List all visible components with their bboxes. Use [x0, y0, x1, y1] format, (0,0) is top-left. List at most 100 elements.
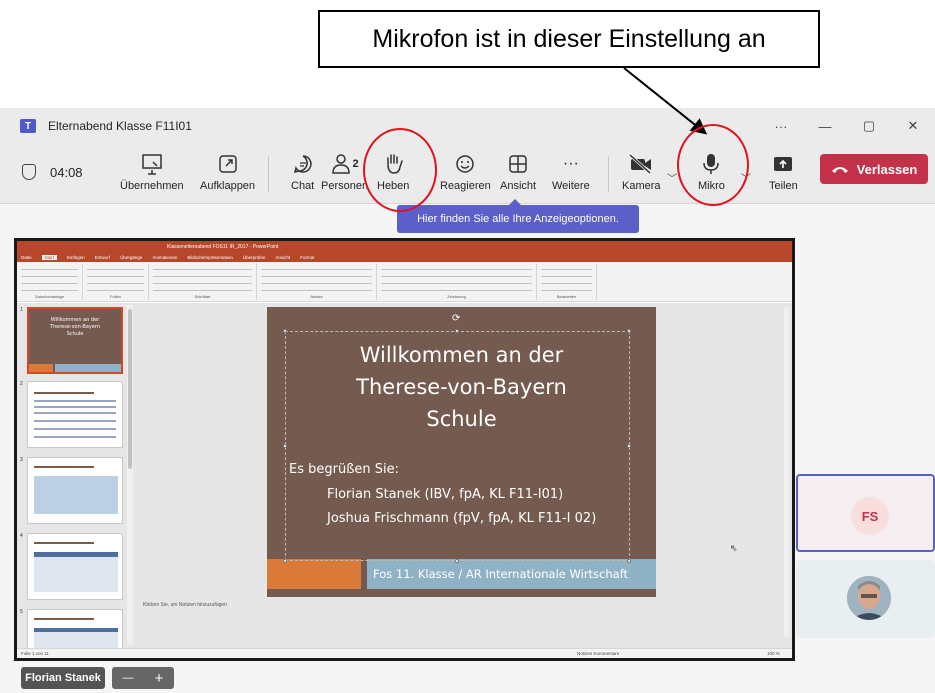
- emoji-icon: [454, 152, 476, 176]
- leave-button[interactable]: Verlassen: [820, 154, 928, 184]
- slide-counter: Folie 1 von 11: [21, 651, 49, 656]
- weitere-button[interactable]: ··· Weitere: [552, 152, 590, 192]
- thumb-title-line: Therese-von-Bayern: [49, 324, 101, 330]
- minimize-button[interactable]: —: [803, 119, 847, 134]
- meeting-timer: 04:08: [22, 164, 83, 180]
- participant-video-tile[interactable]: [796, 560, 935, 638]
- mouse-cursor-icon: ⇖: [730, 543, 738, 553]
- ribbon-group-label: Schriftart: [194, 294, 211, 299]
- camera-off-icon: [628, 152, 654, 176]
- resize-handle[interactable]: [455, 329, 459, 333]
- ppt-tab[interactable]: Start: [41, 255, 58, 260]
- ansicht-label: Ansicht: [500, 180, 537, 192]
- ppt-tab[interactable]: Datei: [21, 255, 32, 260]
- more-dots-icon: ···: [562, 155, 579, 172]
- slide-footer: Fos 11. Klasse / AR Internationale Wirts…: [367, 559, 656, 589]
- thumb-line: [34, 420, 116, 422]
- chat-label: Chat: [291, 180, 315, 192]
- window-title: Elternabend Klasse F11I01: [48, 119, 192, 133]
- thumb-footer-band: [55, 364, 121, 372]
- resize-handle[interactable]: [627, 329, 631, 333]
- uebernehmen-button[interactable]: Übernehmen: [120, 152, 184, 192]
- ribbon-group-label: Bearbeiten: [556, 294, 577, 299]
- toolbar-divider: [268, 156, 269, 192]
- zoom-level: 100 %: [767, 651, 780, 656]
- slide-thumbnail[interactable]: [27, 533, 123, 600]
- ppt-title-bar: Klassenelternabend FOS11 IR_2017 - Power…: [17, 241, 792, 253]
- thumb-number: 4: [20, 533, 23, 539]
- ribbon-group: Absatz: [257, 264, 377, 300]
- ansicht-button[interactable]: Ansicht: [500, 152, 536, 192]
- people-count: 2: [352, 158, 359, 170]
- thumb-footer-accent: [29, 364, 53, 372]
- thumb-line: [34, 428, 116, 430]
- popout-icon: [217, 152, 239, 176]
- ppt-tab[interactable]: Format: [300, 255, 314, 260]
- slide-thumbnail[interactable]: [27, 381, 123, 448]
- ppt-status-bar: Folie 1 von 11 Notizen Kommentare 100 %: [17, 648, 792, 658]
- aufklappen-button[interactable]: Aufklappen: [200, 152, 255, 192]
- chat-button[interactable]: Chat: [291, 152, 314, 192]
- thumbnails-scrollbar[interactable]: [127, 305, 133, 645]
- slide-name-1: Florian Stanek (IBV, fpA, KL F11-I01): [327, 487, 564, 502]
- zoom-in-button[interactable]: +: [155, 670, 164, 687]
- slide-thumbnail[interactable]: [27, 457, 123, 524]
- grid-view-icon: [507, 152, 529, 176]
- reagieren-button[interactable]: Reagieren: [440, 152, 491, 192]
- teilen-label: Teilen: [769, 180, 798, 192]
- ppt-tab[interactable]: Entwurf: [95, 255, 110, 260]
- slide-thumbnail[interactable]: Willkommen an der Therese-von-Bayern Sch…: [27, 307, 123, 374]
- slide-title-line: Therese-von-Bayern: [356, 375, 567, 399]
- ppt-tab[interactable]: Überprüfen: [243, 255, 266, 260]
- slide-name-2: Joshua Frischmann (fpV, fpA, KL F11-I 02…: [327, 511, 597, 526]
- thumb-line: [34, 400, 116, 402]
- resize-handle[interactable]: [627, 559, 631, 563]
- ribbon-group: Schriftart: [149, 264, 257, 300]
- ribbon-group-label: Absatz: [310, 294, 323, 299]
- resize-handle[interactable]: [283, 329, 287, 333]
- zoom-out-button[interactable]: —: [123, 672, 134, 684]
- ppt-tab[interactable]: Einfügen: [67, 255, 85, 260]
- ppt-tab[interactable]: Animationen: [152, 255, 177, 260]
- personen-button[interactable]: 2 Personen: [321, 152, 368, 192]
- thumb-number: 1: [20, 307, 23, 313]
- teilen-button[interactable]: Teilen: [769, 152, 798, 192]
- ribbon-group: Zwischenablage: [17, 264, 83, 300]
- mikro-button[interactable]: Mikro: [698, 152, 725, 192]
- chevron-down-icon[interactable]: ﹀: [741, 170, 751, 185]
- rotate-handle-icon[interactable]: ⟳: [452, 313, 460, 324]
- thumb-table: [34, 552, 118, 592]
- resize-handle[interactable]: [283, 444, 287, 448]
- more-options-button[interactable]: ···: [759, 119, 803, 134]
- thumb-line: [34, 436, 116, 438]
- shared-screen: Klassenelternabend FOS11 IR_2017 - Power…: [14, 238, 795, 661]
- ppt-tab[interactable]: Ansicht: [275, 255, 290, 260]
- slide-title-line: Willkommen an der: [359, 343, 564, 367]
- thumb-line: [34, 542, 94, 544]
- canvas-scrollbar[interactable]: [784, 307, 789, 637]
- participant-tile[interactable]: FS: [796, 474, 935, 552]
- thumb-title: Willkommen an der Therese-von-Bayern Sch…: [29, 317, 121, 338]
- resize-handle[interactable]: [627, 444, 631, 448]
- reagieren-label: Reagieren: [440, 180, 491, 192]
- chevron-down-icon[interactable]: ﹀: [667, 170, 677, 185]
- notes-comments-toggle[interactable]: Notizen Kommentare: [577, 651, 619, 656]
- ppt-ribbon-tabs: Datei Start Einfügen Entwurf Übergänge Animat…: [17, 253, 792, 262]
- video-avatar: [847, 576, 891, 620]
- meeting-toolbar: 04:08 Übernehmen Aufklappen Chat 2 Perso…: [0, 144, 935, 204]
- close-button[interactable]: ✕: [891, 118, 935, 134]
- maximize-button[interactable]: ▢: [847, 118, 891, 134]
- mikro-label: Mikro: [698, 180, 725, 192]
- notes-placeholder[interactable]: Klicken Sie, um Notizen hinzuzufügen: [143, 602, 227, 608]
- ppt-tab[interactable]: Übergänge: [120, 255, 142, 260]
- screenshot-root: T Elternabend Klasse F11I01 ··· — ▢ ✕ 04…: [0, 0, 935, 693]
- ppt-tab[interactable]: Bildschirmpräsentation: [187, 255, 233, 260]
- uebernehmen-label: Übernehmen: [120, 180, 184, 192]
- heben-button[interactable]: Heben: [377, 152, 409, 192]
- kamera-button[interactable]: Kamera: [622, 152, 661, 192]
- resize-handle[interactable]: [455, 559, 459, 563]
- slide-thumbnail[interactable]: [27, 609, 123, 648]
- current-slide[interactable]: Willkommen an der Therese-von-Bayern Sch…: [267, 307, 656, 597]
- people-icon: 2: [330, 152, 359, 176]
- resize-handle[interactable]: [283, 559, 287, 563]
